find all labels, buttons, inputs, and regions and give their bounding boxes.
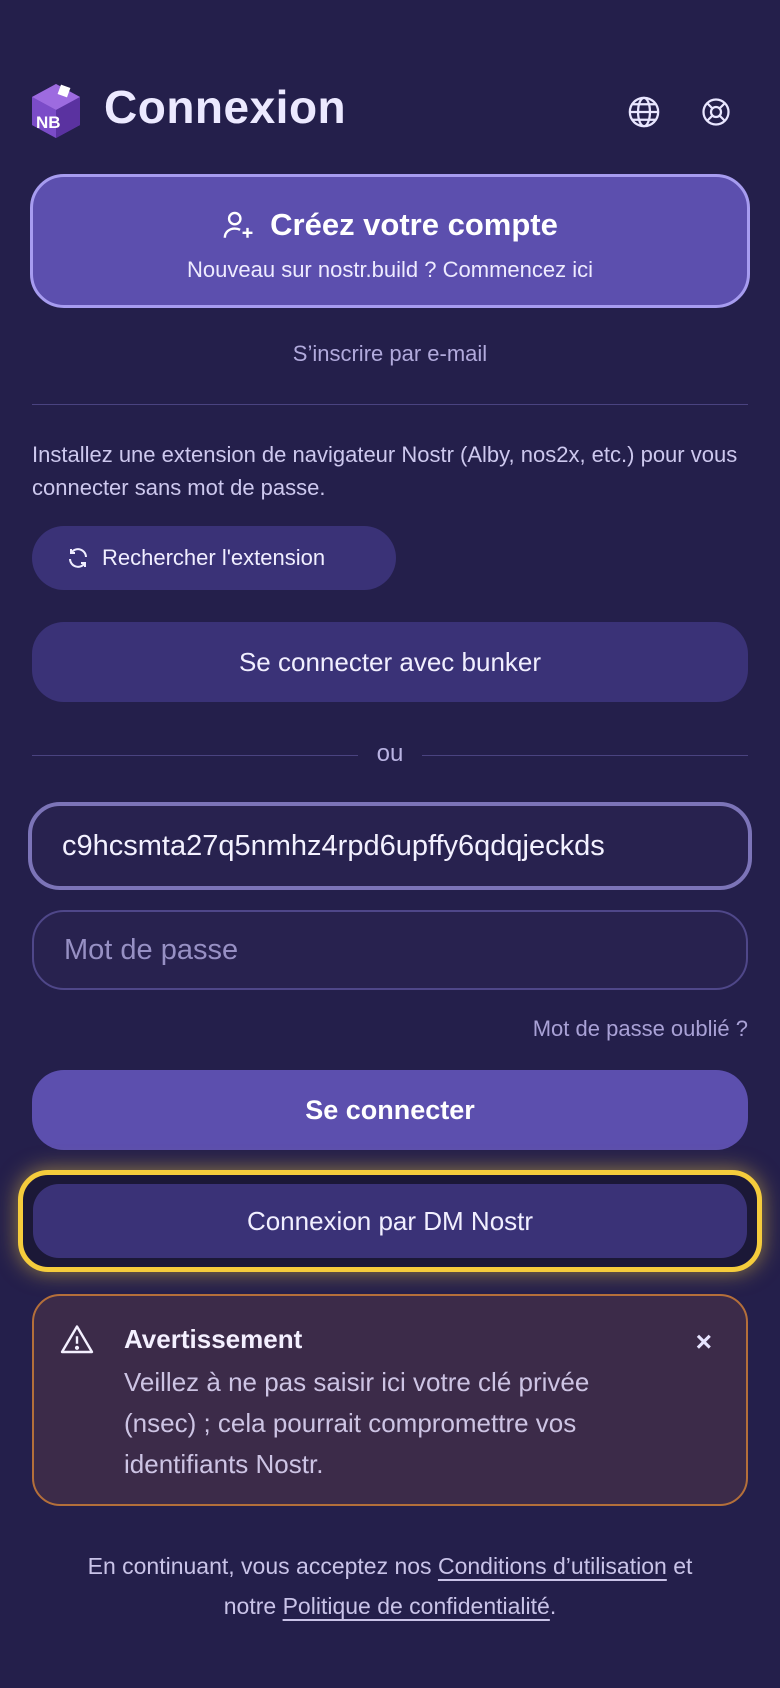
create-account-title-row: Créez votre compte bbox=[33, 207, 747, 243]
login-button[interactable]: Se connecter bbox=[32, 1070, 748, 1150]
user-plus-icon bbox=[223, 211, 253, 238]
or-separator: ou bbox=[32, 738, 748, 772]
create-account-subtitle: Nouveau sur nostr.build ? Commencez ici bbox=[187, 257, 593, 282]
lifebuoy-icon bbox=[702, 98, 730, 126]
language-button[interactable] bbox=[624, 92, 664, 132]
footer-suffix: . bbox=[549, 1593, 557, 1619]
forgot-password-link[interactable]: Mot de passe oublié ? bbox=[533, 1016, 748, 1042]
help-button[interactable] bbox=[696, 92, 736, 132]
globe-icon bbox=[628, 96, 660, 128]
divider-left bbox=[32, 755, 358, 756]
warning-triangle-icon bbox=[60, 1325, 94, 1354]
page-title: Connexion bbox=[104, 81, 347, 133]
dm-login-highlight: Connexion par DM Nostr bbox=[18, 1170, 762, 1272]
logo-text: NB bbox=[36, 113, 61, 132]
search-extension-label: Rechercher l'extension bbox=[102, 545, 326, 570]
legal-footer: En continuant, vous acceptez nos Conditi… bbox=[60, 1546, 720, 1626]
terms-link[interactable]: Conditions d’utilisation bbox=[438, 1553, 667, 1579]
or-label: ou bbox=[376, 740, 404, 767]
extension-info-text: Installez une extension de navigateur No… bbox=[32, 442, 738, 500]
create-account-button[interactable]: Créez votre compte Nouveau sur nostr.bui… bbox=[30, 174, 750, 308]
email-signup-link[interactable]: S’inscrire par e-mail bbox=[0, 341, 780, 367]
warning-alert: Avertissement Veillez à ne pas saisir ic… bbox=[32, 1294, 748, 1506]
search-extension-button[interactable]: Rechercher l'extension bbox=[32, 526, 396, 590]
dm-login-button[interactable]: Connexion par DM Nostr bbox=[33, 1184, 747, 1258]
create-account-title: Créez votre compte bbox=[270, 207, 558, 242]
divider bbox=[32, 404, 748, 405]
login-page: NB Connexion Créez votre compte Nouveau … bbox=[0, 0, 780, 1688]
privacy-link[interactable]: Politique de confidentialité bbox=[283, 1593, 550, 1619]
refresh-icon bbox=[69, 548, 87, 568]
divider-right bbox=[422, 755, 748, 756]
password-input[interactable]: Mot de passe bbox=[32, 910, 748, 990]
nostr-build-logo: NB bbox=[32, 84, 80, 138]
warning-title: Avertissement bbox=[124, 1324, 303, 1354]
footer-prefix: En continuant, vous acceptez nos bbox=[87, 1553, 438, 1579]
close-icon[interactable]: × bbox=[696, 1328, 712, 1356]
bunker-login-button[interactable]: Se connecter avec bunker bbox=[32, 622, 748, 702]
warning-text: Veillez à ne pas saisir ici votre clé pr… bbox=[124, 1367, 590, 1479]
identifier-input[interactable]: c9hcsmta27q5nmhz4rpd6upffy6qdqjeckds bbox=[28, 802, 752, 890]
